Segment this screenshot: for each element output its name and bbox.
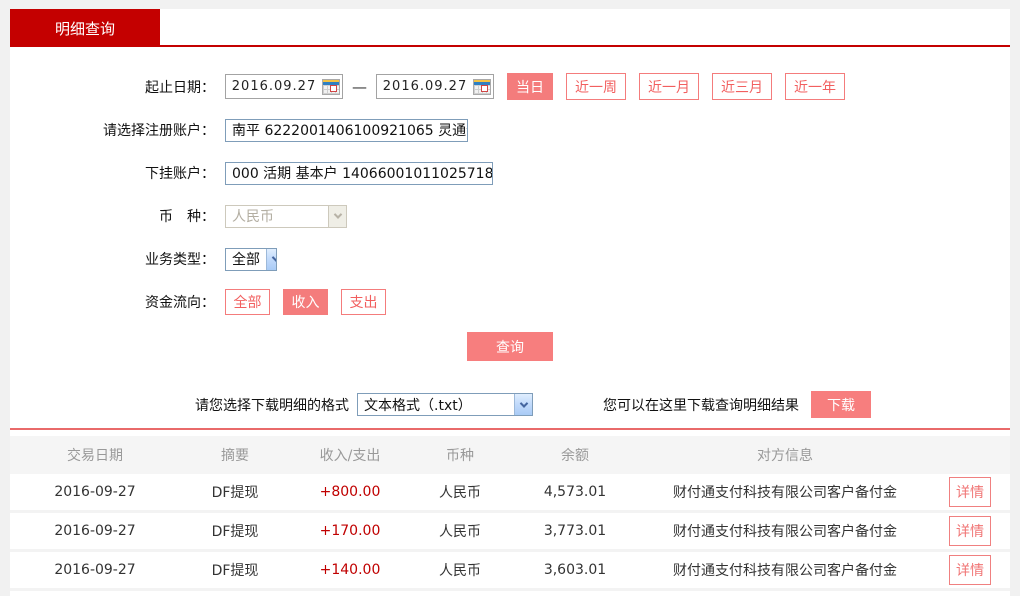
- cell-transaction-date: 2016-09-27: [10, 523, 180, 539]
- business-type-value: 全部: [226, 249, 266, 269]
- period-button[interactable]: 近三月: [712, 73, 772, 100]
- detail-button[interactable]: 详情: [949, 477, 991, 507]
- date-from-input[interactable]: 2016.09.27: [225, 74, 343, 99]
- date-to-input[interactable]: 2016.09.27: [376, 74, 494, 99]
- content-frame: 明细查询 起止日期： 2016.09.27 — 2016.09.27 当日 近一…: [10, 9, 1010, 596]
- chevron-down-icon[interactable]: [266, 249, 277, 270]
- chevron-down-icon[interactable]: [514, 394, 532, 415]
- cell-balance: 4,573.01: [510, 484, 640, 500]
- cell-counterparty: 财付通支付科技有限公司客户备付金: [640, 521, 930, 541]
- date-range-label: 起止日期：: [10, 77, 215, 97]
- cell-balance: 3,773.01: [510, 523, 640, 539]
- download-format-value: 文本格式（.txt）: [358, 395, 514, 415]
- table-header-cell: 摘要: [180, 445, 290, 465]
- flow-button[interactable]: 收入: [283, 289, 328, 315]
- chevron-down-icon: [328, 206, 346, 227]
- table-body: 2016-09-27 DF提现 +800.00 人民币 4,573.01 财付通…: [10, 474, 1010, 591]
- currency-value: 人民币: [226, 206, 328, 226]
- date-from-value: 2016.09.27: [226, 79, 322, 94]
- cell-transaction-date: 2016-09-27: [10, 484, 180, 500]
- table-header-cell: 余额: [510, 445, 640, 465]
- business-type-select[interactable]: 全部: [225, 248, 277, 271]
- table-header-cell: 币种: [410, 445, 510, 465]
- table-header-cell: 交易日期: [10, 445, 180, 465]
- cell-balance: 3,603.01: [510, 562, 640, 578]
- date-range-row: 起止日期： 2016.09.27 — 2016.09.27 当日 近一周 近一月…: [10, 73, 1010, 100]
- download-button[interactable]: 下载: [811, 391, 871, 418]
- register-account-row: 请选择注册账户： 南平 6222001406100921065 灵通卡: [10, 117, 1010, 143]
- download-hint: 您可以在这里下载查询明细结果: [603, 395, 799, 415]
- table-row: 2016-09-27 DF提现 +800.00 人民币 4,573.01 财付通…: [10, 474, 1010, 513]
- calendar-icon[interactable]: [473, 79, 491, 95]
- table-header-cell: 收入/支出: [290, 445, 410, 465]
- flow-button[interactable]: 支出: [341, 289, 386, 315]
- detail-button[interactable]: 详情: [949, 516, 991, 546]
- flow-button[interactable]: 全部: [225, 289, 270, 315]
- cell-counterparty: 财付通支付科技有限公司客户备付金: [640, 482, 930, 502]
- fund-flow-row: 资金流向： 全部 收入 支出: [10, 289, 1010, 315]
- fund-flow-label: 资金流向：: [10, 292, 215, 312]
- period-button[interactable]: 当日: [507, 73, 553, 100]
- cell-currency: 人民币: [410, 521, 510, 541]
- tab-label: 明细查询: [55, 18, 115, 39]
- table-header-cell: 对方信息: [640, 445, 930, 465]
- sub-account-label: 下挂账户：: [10, 163, 215, 183]
- cell-transaction-date: 2016-09-27: [10, 562, 180, 578]
- download-format-label: 请您选择下载明细的格式: [195, 395, 349, 415]
- download-format-select[interactable]: 文本格式（.txt）: [357, 393, 533, 416]
- calendar-icon[interactable]: [322, 79, 340, 95]
- register-account-label: 请选择注册账户：: [10, 120, 215, 140]
- cell-summary: DF提现: [180, 482, 290, 502]
- period-button[interactable]: 近一年: [785, 73, 845, 100]
- cell-currency: 人民币: [410, 482, 510, 502]
- currency-row: 币 种： 人民币: [10, 203, 1010, 229]
- register-account-select[interactable]: 南平 6222001406100921065 灵通卡: [225, 119, 468, 142]
- tab-bar: 明细查询: [10, 9, 1010, 47]
- date-range-separator: —: [352, 78, 367, 96]
- currency-label: 币 种：: [10, 206, 215, 226]
- download-row: 请您选择下载明细的格式 文本格式（.txt） 您可以在这里下载查询明细结果 下载: [195, 391, 1010, 418]
- table-header-row: 交易日期 摘要 收入/支出 币种 余额 对方信息: [10, 436, 1010, 474]
- period-button[interactable]: 近一月: [639, 73, 699, 100]
- query-button[interactable]: 查询: [467, 332, 553, 361]
- sub-account-select[interactable]: 000 活期 基本户 1406600101102571848: [225, 162, 493, 185]
- cell-amount: +140.00: [290, 562, 410, 578]
- table-row: 2016-09-27 DF提现 +140.00 人民币 3,603.01 财付通…: [10, 552, 1010, 591]
- period-button[interactable]: 近一周: [566, 73, 626, 100]
- section-divider: [10, 428, 1010, 430]
- sub-account-row: 下挂账户： 000 活期 基本户 1406600101102571848: [10, 160, 1010, 186]
- cell-amount: +170.00: [290, 523, 410, 539]
- table-row: 2016-09-27 DF提现 +170.00 人民币 3,773.01 财付通…: [10, 513, 1010, 552]
- tab-detail-query[interactable]: 明细查询: [10, 9, 160, 47]
- cell-counterparty: 财付通支付科技有限公司客户备付金: [640, 560, 930, 580]
- cell-summary: DF提现: [180, 560, 290, 580]
- register-account-value: 南平 6222001406100921065 灵通卡: [226, 120, 468, 140]
- sub-account-value: 000 活期 基本户 1406600101102571848: [226, 163, 493, 183]
- detail-button[interactable]: 详情: [949, 555, 991, 585]
- cell-summary: DF提现: [180, 521, 290, 541]
- cell-currency: 人民币: [410, 560, 510, 580]
- date-to-value: 2016.09.27: [377, 79, 473, 94]
- business-type-row: 业务类型： 全部: [10, 246, 1010, 272]
- currency-select: 人民币: [225, 205, 347, 228]
- business-type-label: 业务类型：: [10, 249, 215, 269]
- query-form: 起止日期： 2016.09.27 — 2016.09.27 当日 近一周 近一月…: [10, 47, 1010, 418]
- cell-amount: +800.00: [290, 484, 410, 500]
